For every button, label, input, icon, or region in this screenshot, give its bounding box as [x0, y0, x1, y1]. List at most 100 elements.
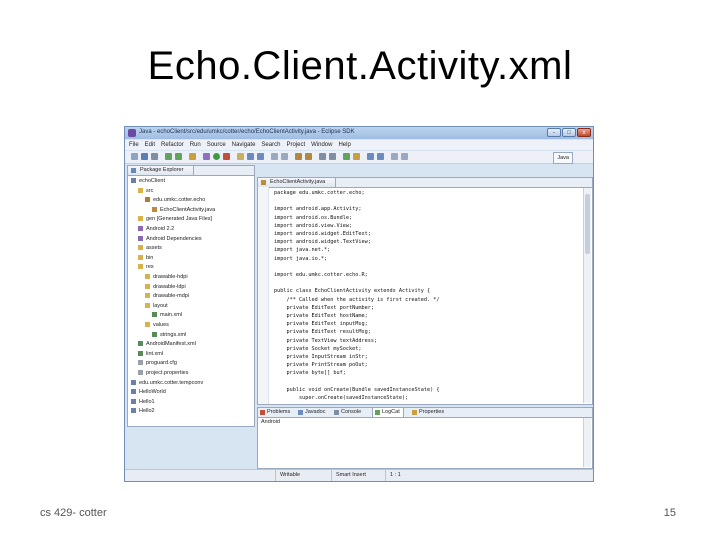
toolbar: Java — [125, 151, 593, 164]
tab-console[interactable]: Console — [332, 408, 364, 417]
tree-item[interactable]: proguard.cfg — [138, 359, 177, 368]
coverage-icon[interactable] — [353, 153, 360, 160]
tree-item[interactable]: gen [Generated Java Files] — [138, 215, 212, 224]
new-package-icon[interactable] — [247, 153, 254, 160]
menu-file[interactable]: File — [129, 140, 139, 150]
menu-edit[interactable]: Edit — [145, 140, 155, 150]
tab-echoclientactivity-java[interactable]: EchoClientActivity.java — [258, 178, 337, 188]
properties-label: Properties — [419, 409, 445, 415]
tree-item-label: main.xml — [160, 312, 183, 319]
tree-item[interactable]: AndroidManifest.xml — [138, 340, 196, 349]
menu-source[interactable]: Source — [207, 140, 226, 150]
tab-logcat[interactable]: LogCat — [372, 408, 404, 417]
menu-project[interactable]: Project — [286, 140, 305, 150]
editor-tab-label: EchoClientActivity.java — [270, 179, 326, 185]
previous-annotation-icon[interactable] — [305, 153, 312, 160]
tree-item[interactable]: assets — [138, 244, 162, 253]
tree-item[interactable]: project.properties — [138, 369, 189, 378]
menu-navigate[interactable]: Navigate — [232, 140, 256, 150]
new-java-project-icon[interactable] — [237, 153, 244, 160]
open-type-icon[interactable] — [271, 153, 278, 160]
back-icon[interactable] — [319, 153, 326, 160]
tree-item[interactable]: Hello1 — [131, 398, 155, 407]
project-icon — [131, 389, 136, 395]
menu-help[interactable]: Help — [338, 140, 350, 150]
logcat-label: LogCat — [382, 409, 400, 415]
tree-item[interactable]: drawable-hdpi — [145, 273, 188, 282]
tree-item[interactable]: main.xml — [152, 311, 182, 320]
tree-item[interactable]: layout — [145, 302, 168, 311]
code-line: public class EchoClientActivity extends … — [274, 288, 431, 295]
tree-item[interactable]: edu.umkc.cotter.tempconv — [131, 379, 203, 388]
tree-item[interactable]: src — [138, 187, 153, 196]
new-class-icon[interactable] — [257, 153, 264, 160]
tree-item[interactable]: strings.xml — [152, 331, 186, 340]
properties-icon — [412, 410, 417, 415]
external-tools-icon[interactable] — [223, 153, 230, 160]
project-icon — [131, 398, 136, 404]
print-icon[interactable] — [151, 153, 158, 160]
tab-package-explorer[interactable]: Package Explorer — [128, 166, 195, 176]
menu-window[interactable]: Window — [311, 140, 332, 150]
next-annotation-icon[interactable] — [295, 153, 302, 160]
window-title: Java - echoClient/src/edu/umkc/cotter/ec… — [139, 129, 355, 135]
tab-javadoc[interactable]: Javadoc — [296, 408, 329, 417]
tree-item[interactable]: drawable-mdpi — [145, 292, 189, 301]
toggle-mark-icon[interactable] — [401, 153, 408, 160]
tab-problems[interactable]: Problems — [258, 408, 293, 417]
tree-item[interactable]: bin — [138, 254, 153, 263]
tree-item[interactable]: drawable-ldpi — [145, 283, 186, 292]
layout-icon[interactable] — [367, 153, 374, 160]
close-button[interactable]: x — [577, 128, 591, 137]
minimize-button[interactable]: - — [547, 128, 561, 137]
tree-item[interactable]: Hello2 — [131, 407, 155, 416]
window-titlebar[interactable]: Java - echoClient/src/edu/umkc/cotter/ec… — [125, 127, 593, 139]
forward-icon[interactable] — [329, 153, 336, 160]
tree-item[interactable]: edu.umkc.cotter.echo — [145, 196, 205, 205]
search-icon[interactable] — [281, 153, 288, 160]
project-icon — [131, 408, 136, 414]
tree-item[interactable]: res — [138, 263, 154, 272]
code-line: package edu.umkc.cotter.echo; — [274, 190, 365, 196]
maximize-button[interactable]: □ — [562, 128, 576, 137]
menu-run[interactable]: Run — [190, 140, 201, 150]
xml-icon — [152, 312, 157, 318]
run-icon[interactable] — [213, 153, 220, 160]
perspective-switcher[interactable]: Java — [553, 152, 573, 164]
save-icon[interactable] — [141, 153, 148, 160]
project-icon — [131, 379, 136, 385]
tree-item[interactable]: Android 2.2 — [138, 225, 174, 234]
tree-item-label: AndroidManifest.xml — [146, 341, 196, 348]
editor-scrollbar[interactable] — [583, 188, 591, 403]
new-icon[interactable] — [131, 153, 138, 160]
xml-icon[interactable] — [377, 153, 384, 160]
tab-properties[interactable]: Properties — [410, 408, 447, 417]
bottom-panel: Problems Javadoc Console LogCat Properti… — [257, 407, 593, 469]
line-number-gutter — [258, 187, 269, 404]
tree-item[interactable]: Android Dependencies — [138, 235, 202, 244]
run-last-icon[interactable] — [343, 153, 350, 160]
code-line: import java.io.*; — [274, 255, 328, 262]
tree-item[interactable]: lint.xml — [138, 350, 163, 359]
tree-item-label: gen [Generated Java Files] — [146, 216, 213, 223]
code-line: import android.widget.TextView; — [274, 239, 371, 246]
editor-scroll-thumb[interactable] — [585, 194, 590, 254]
tree-item[interactable]: values — [145, 321, 169, 330]
tree-item[interactable]: echoClient — [131, 177, 165, 186]
menu-search[interactable]: Search — [261, 140, 280, 150]
tree-item-label: EchoClientActivity.java — [160, 206, 216, 213]
xml-icon — [138, 341, 143, 347]
debug-icon[interactable] — [203, 153, 210, 160]
folder-icon — [145, 274, 150, 280]
tree-item[interactable]: HelloWorld — [131, 388, 166, 397]
lint-icon[interactable] — [189, 153, 196, 160]
android-avd-icon[interactable] — [175, 153, 182, 160]
code-line: import android.view.View; — [274, 222, 353, 229]
bottom-scrollbar[interactable] — [583, 418, 591, 467]
android-sdk-icon[interactable] — [165, 153, 172, 160]
code-editor[interactable]: EchoClientActivity.java package edu.umkc… — [257, 177, 593, 405]
java-icon — [152, 206, 157, 212]
menu-refactor[interactable]: Refactor — [161, 140, 184, 150]
tree-item[interactable]: EchoClientActivity.java — [152, 206, 215, 215]
pin-editor-icon[interactable] — [391, 153, 398, 160]
